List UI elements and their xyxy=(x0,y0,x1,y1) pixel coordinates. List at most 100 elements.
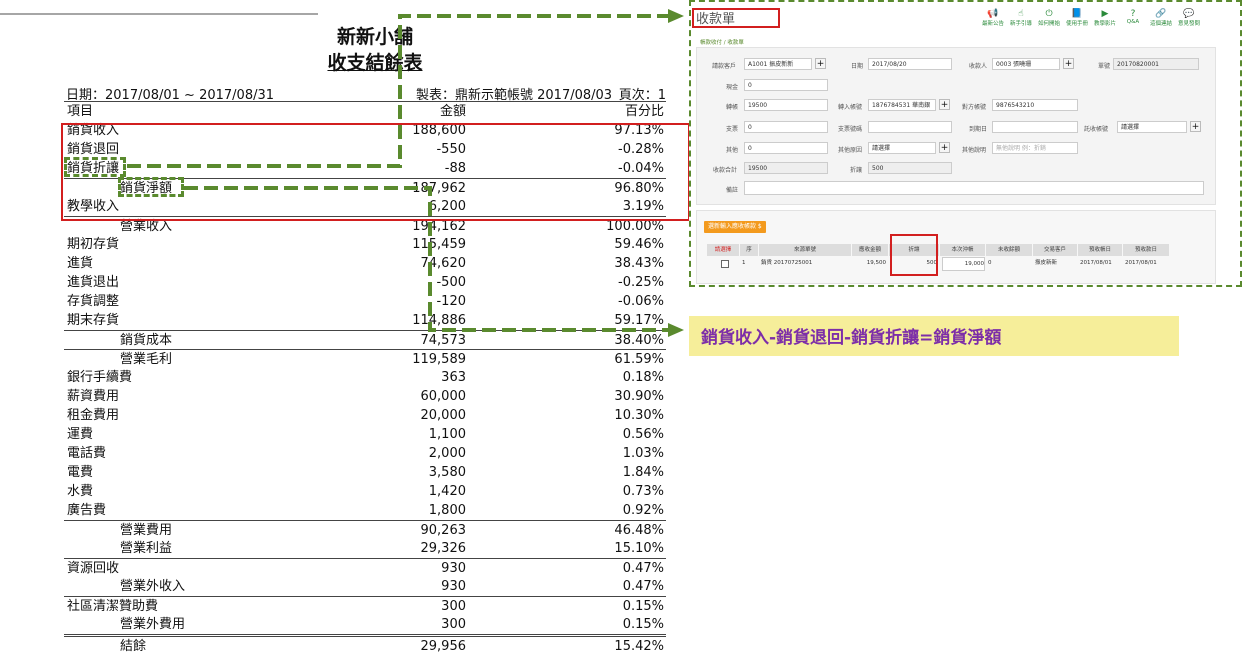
row-item: 銀行手續費 xyxy=(67,370,133,385)
label-due: 到期日 xyxy=(969,126,988,133)
toolbar-item[interactable]: ? Q&A xyxy=(1120,9,1146,25)
row-amount: 114,886 xyxy=(412,313,466,328)
row-item: 期末存貨 xyxy=(67,313,120,328)
toolbar-item[interactable]: 💬 意見發問 xyxy=(1176,9,1202,27)
date-input[interactable]: 2017/08/20 xyxy=(868,58,952,70)
label-to-account: 對方帳號 xyxy=(962,104,987,111)
row-pct: 61.59% xyxy=(614,352,664,367)
cash-input[interactable]: 0 xyxy=(744,79,828,91)
row-item: 電費 xyxy=(67,465,94,480)
row-pct: 0.73% xyxy=(622,484,664,499)
report-row: 營業外收入 930 0.47% xyxy=(64,577,666,596)
row-pct: 15.42% xyxy=(614,639,664,654)
form-title: 收款單 xyxy=(692,8,780,28)
row-pct: 1.03% xyxy=(622,446,664,461)
doc-no-field: 20170820001 xyxy=(1113,58,1199,70)
toolbar-item[interactable]: 📘 使用手冊 xyxy=(1064,9,1090,27)
row-amount: 119,589 xyxy=(412,352,466,367)
check-input[interactable]: 0 xyxy=(744,121,828,133)
highlight-box xyxy=(61,123,690,221)
report-title: 收支結餘表 xyxy=(327,52,423,74)
report-row: 水費 1,420 0.73% xyxy=(64,482,666,501)
toolbar-item[interactable]: ☝ 新手引導 xyxy=(1008,9,1034,27)
report-row: 薪資費用 60,000 30.90% xyxy=(64,387,666,406)
table-cell: 2017/08/01 xyxy=(1080,260,1112,266)
row-item: 結餘 xyxy=(120,639,147,654)
video-icon: ▶ xyxy=(1101,9,1109,19)
table-cell[interactable]: 19,000 xyxy=(942,257,985,271)
row-amount: 74,620 xyxy=(420,256,467,271)
label-cash: 現金 xyxy=(726,84,739,91)
table-cell: 振皮新新 xyxy=(1035,260,1058,266)
row-item: 營業毛利 xyxy=(120,352,173,367)
toolbar-label: 如何開始 xyxy=(1037,21,1060,27)
row-amount: -500 xyxy=(436,275,466,290)
net-dashed-box xyxy=(118,177,184,197)
row-pct: 0.47% xyxy=(622,561,664,576)
toolbar-item[interactable]: ▶ 教學影片 xyxy=(1092,9,1118,27)
in-account-select[interactable]: 1876784531 華南銀 xyxy=(868,99,936,111)
row-item: 薪資費用 xyxy=(67,389,120,404)
toolbar-label: 這個連結 xyxy=(1149,21,1172,27)
label-remark: 備註 xyxy=(726,187,739,194)
table-cell: 1 xyxy=(742,260,746,266)
row-amount: 29,326 xyxy=(420,541,467,556)
add-reason-button[interactable]: + xyxy=(939,142,950,153)
help-icon: ? xyxy=(1130,9,1136,19)
label-payee: 收款人 xyxy=(969,63,988,70)
collect-account-select[interactable]: 請選擇 xyxy=(1117,121,1187,133)
customer-select[interactable]: A1001 振皮新新 xyxy=(744,58,812,70)
toolbar-item[interactable]: 🔗 這個連結 xyxy=(1148,9,1174,27)
toolbar-item[interactable]: 📢 最新公告 xyxy=(980,9,1006,27)
row-item: 銷貨成本 xyxy=(120,333,173,348)
label-date: 日期 xyxy=(851,63,864,70)
report-row: 資源回收 930 0.47% xyxy=(64,558,666,578)
transfer-input[interactable]: 19500 xyxy=(744,99,828,111)
row-item: 水費 xyxy=(67,484,94,499)
row-amount: 3,580 xyxy=(428,465,466,480)
report-row: 期末存貨 114,886 59.17% xyxy=(64,311,666,330)
add-collect-account-button[interactable]: + xyxy=(1190,121,1201,132)
add-account-button[interactable]: + xyxy=(939,99,950,110)
discount-dashed-box xyxy=(64,157,126,177)
breadcrumb: 帳款收付 / 收款單 xyxy=(700,40,744,46)
table-header: 本次沖帳 xyxy=(940,244,985,256)
toolbar-item[interactable]: ⏻ 如何開始 xyxy=(1036,9,1062,27)
row-pct: -0.25% xyxy=(618,275,664,290)
report-row: 期初存貨 115,459 59.46% xyxy=(64,235,666,254)
row-checkbox[interactable] xyxy=(721,260,729,268)
to-account-input[interactable]: 9876543210 xyxy=(992,99,1078,111)
power-icon: ⏻ xyxy=(1045,9,1053,19)
row-amount: 1,100 xyxy=(428,427,466,442)
total-field: 19500 xyxy=(744,162,828,174)
report-row: 營業利益 29,326 15.10% xyxy=(64,539,666,558)
label-other-reason: 其他原因 xyxy=(838,147,863,154)
label-other: 其他 xyxy=(726,147,739,154)
payee-select[interactable]: 0003 張曉珊 xyxy=(992,58,1060,70)
row-amount: 60,000 xyxy=(420,389,467,404)
row-pct: 0.47% xyxy=(622,579,664,594)
row-item: 租金費用 xyxy=(67,408,120,423)
report-row: 銀行手續費 363 0.18% xyxy=(64,368,666,387)
due-date-input[interactable] xyxy=(992,121,1078,133)
remark-textarea[interactable] xyxy=(744,181,1204,195)
pick-receivable-button[interactable]: 選新輸入應收帳款 $ xyxy=(704,221,766,233)
label-discount: 折讓 xyxy=(850,167,863,174)
report-row: 營業毛利 119,589 61.59% xyxy=(64,349,666,369)
add-customer-button[interactable]: + xyxy=(815,58,826,69)
label-total: 收款合計 xyxy=(713,167,738,174)
report-row: 運費 1,100 0.56% xyxy=(64,425,666,444)
other-input[interactable]: 0 xyxy=(744,142,828,154)
row-amount: 74,573 xyxy=(420,333,467,348)
check-no-input[interactable] xyxy=(868,121,952,133)
other-note-input[interactable]: 無他說明 例：折銷 xyxy=(992,142,1078,154)
add-payee-button[interactable]: + xyxy=(1063,58,1074,69)
table-cell: 0 xyxy=(988,260,992,266)
col-amount: 金額 xyxy=(439,104,466,119)
other-reason-select[interactable]: 請選擇 xyxy=(868,142,936,154)
row-amount: 1,800 xyxy=(428,503,466,518)
report-row: 營業費用 90,263 46.48% xyxy=(64,520,666,540)
table-cell: 銷貨 20170725001 xyxy=(761,260,813,266)
row-pct: -0.06% xyxy=(618,294,664,309)
column-header: 項目 金額 百分比 xyxy=(64,101,666,121)
